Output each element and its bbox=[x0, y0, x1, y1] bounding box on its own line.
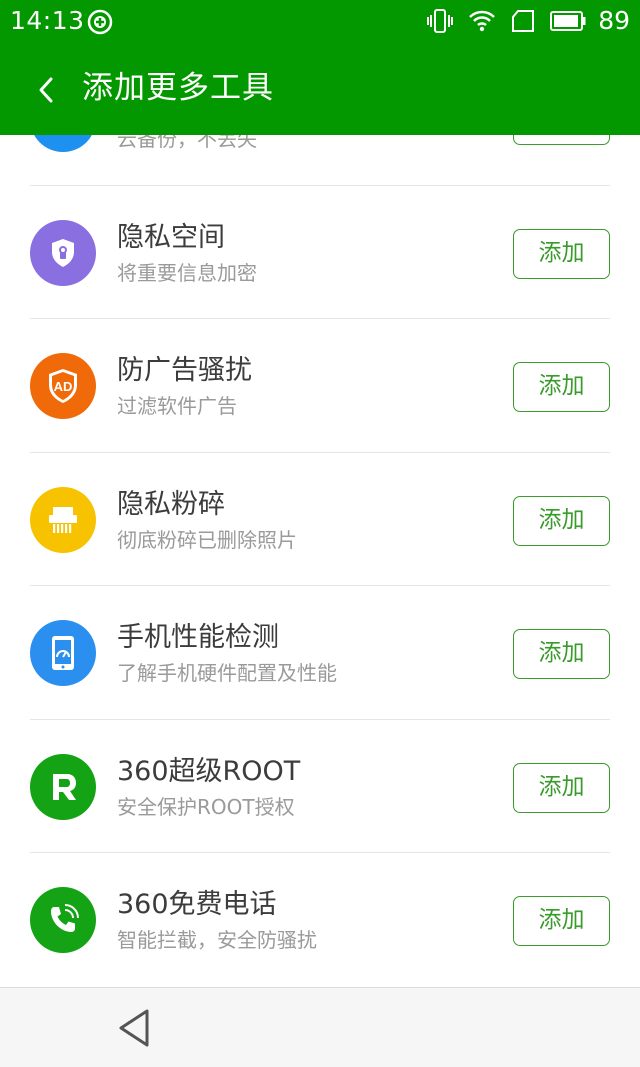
add-button[interactable]: 添加 bbox=[513, 228, 610, 279]
phone-benchmark-icon bbox=[30, 620, 96, 686]
list-item-title: 防广告骚扰 bbox=[117, 355, 252, 386]
list-item: AD 防广告骚扰 过滤软件广告 添加 bbox=[0, 319, 640, 453]
list-item-title: 隐私粉碎 bbox=[117, 488, 225, 520]
list-item-title: 360免费电话 bbox=[117, 889, 277, 920]
add-button[interactable]: 添加 bbox=[513, 896, 610, 946]
root-icon bbox=[30, 753, 96, 820]
battery-icon bbox=[550, 10, 586, 32]
list-item: 隐私粉碎 彻底粉碎已删除照片 添加 bbox=[0, 453, 640, 586]
add-button[interactable]: 添加 bbox=[513, 629, 610, 679]
toolbar: 添加更多工具 bbox=[0, 44, 640, 135]
list-item-subtitle: 智能拦截，安全防骚扰 bbox=[117, 928, 317, 952]
wifi-icon bbox=[468, 9, 496, 33]
nav-bar bbox=[0, 987, 640, 1067]
phone-call-icon bbox=[30, 887, 96, 953]
list-item-subtitle: 安全保护ROOT授权 bbox=[117, 794, 295, 819]
app-notification-icon bbox=[87, 9, 113, 35]
chevron-left-icon bbox=[39, 77, 53, 103]
list-item: 360免费电话 智能拦截，安全防骚扰 添加 bbox=[0, 853, 640, 987]
list-item-subtitle: 将重要信息加密 bbox=[117, 260, 257, 285]
vibrate-icon bbox=[426, 8, 454, 34]
add-button[interactable]: 添加 bbox=[513, 495, 610, 546]
add-button[interactable]: 添加 bbox=[513, 362, 610, 412]
battery-level: 89 bbox=[598, 6, 630, 35]
shredder-icon bbox=[30, 486, 96, 553]
list-item-title: 手机性能检测 bbox=[117, 622, 279, 653]
list-item: 360超级ROOT 安全保护ROOT授权 添加 bbox=[0, 720, 640, 853]
add-button[interactable]: 添加 bbox=[513, 762, 610, 813]
sim-card-icon bbox=[510, 9, 536, 33]
status-icons: 89 bbox=[412, 6, 630, 36]
svg-text:AD: AD bbox=[54, 379, 73, 394]
page-title: 添加更多工具 bbox=[82, 70, 274, 106]
list-item-subtitle: 了解手机硬件配置及性能 bbox=[117, 661, 337, 685]
tool-list[interactable]: 云备份，不丢失 添加 隐私空间 将重要信息加密 添加 bbox=[0, 52, 640, 987]
list-item: 隐私空间 将重要信息加密 添加 bbox=[0, 186, 640, 319]
privacy-shield-icon bbox=[30, 219, 96, 286]
back-button[interactable] bbox=[24, 68, 68, 112]
list-item-title: 360超级ROOT bbox=[117, 755, 301, 787]
list-item-subtitle: 过滤软件广告 bbox=[117, 394, 237, 418]
list-item-subtitle: 彻底粉碎已删除照片 bbox=[117, 527, 297, 552]
status-time: 14:13 bbox=[10, 6, 85, 35]
list-item: 手机性能检测 了解手机硬件配置及性能 添加 bbox=[0, 586, 640, 720]
triangle-back-icon bbox=[119, 1009, 149, 1047]
nav-back-button[interactable] bbox=[112, 1006, 156, 1050]
ad-block-icon: AD bbox=[30, 353, 96, 419]
screen: 云备份，不丢失 添加 隐私空间 将重要信息加密 添加 bbox=[0, 0, 640, 1067]
list-item-title: 隐私空间 bbox=[117, 221, 225, 253]
status-bar: 14:13 89 bbox=[0, 0, 640, 44]
app-header: 14:13 89 添加更多工具 bbox=[0, 0, 640, 135]
